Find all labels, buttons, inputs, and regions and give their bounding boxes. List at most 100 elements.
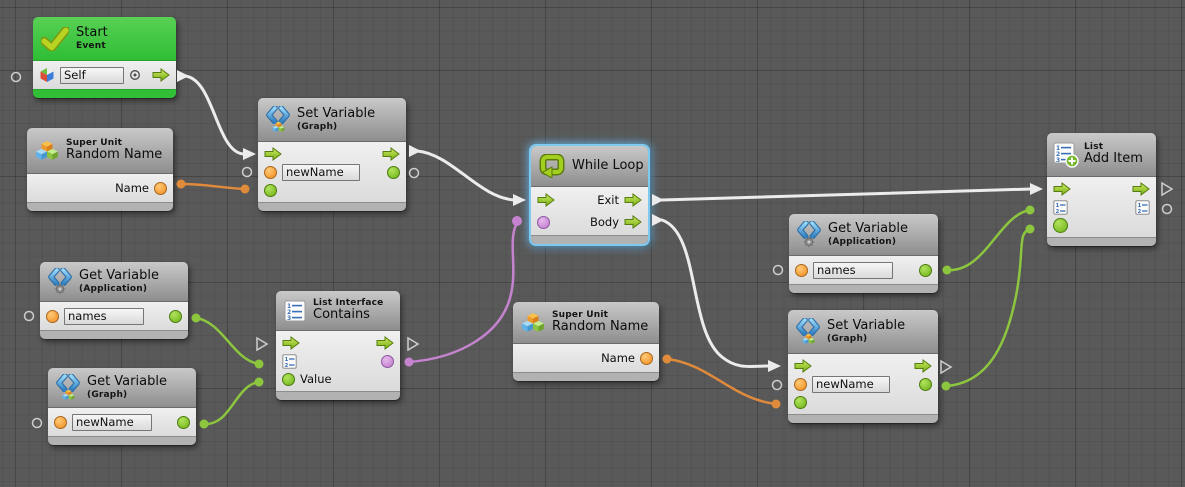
check-icon (41, 27, 69, 51)
wire-contains-to-whileloop-condition[interactable] (409, 225, 516, 362)
node-list-add-item[interactable]: List Add Item (1047, 133, 1156, 246)
node-get-variable-graph[interactable]: Get Variable (Graph) (48, 368, 196, 445)
wire-exit-to-additem[interactable] (662, 189, 1031, 200)
set-variable-graph-icon (796, 318, 820, 346)
node-get-variable-application-2[interactable]: Get Variable (Application) (789, 214, 938, 293)
flow-out-port[interactable] (914, 359, 932, 373)
self-target-input[interactable] (60, 67, 124, 84)
variable-name-input[interactable] (813, 262, 893, 279)
node-scope: (Graph) (827, 334, 905, 344)
flow-out-port[interactable] (152, 68, 170, 82)
wire-randomname2-to-setvariable2[interactable] (667, 359, 776, 404)
node-set-variable-graph-1[interactable]: Set Variable (Graph) (258, 98, 406, 211)
item-in-port[interactable] (1053, 218, 1068, 233)
super-unit-blocks-icon (521, 312, 545, 334)
list-in-port[interactable] (282, 354, 297, 369)
variable-name-in-port[interactable] (264, 166, 277, 179)
get-variable-application-icon (797, 221, 821, 249)
wire-setvariable2-to-additem-item[interactable] (946, 229, 1030, 386)
node-random-name-1[interactable]: Super Unit Random Name Name (27, 128, 173, 211)
exit-label: Exit (597, 193, 619, 207)
body-flow-out-port[interactable] (624, 215, 642, 229)
flow-out-port[interactable] (1132, 182, 1150, 196)
wire-randomname1-to-setvariable1[interactable] (181, 184, 245, 189)
variable-name-input[interactable] (72, 414, 152, 431)
wire-endpoint (772, 400, 781, 409)
value-in-port[interactable] (794, 396, 807, 409)
node-start-event[interactable]: Start Event (33, 17, 176, 98)
wire-whileloop-dest-arrow (513, 194, 526, 206)
variable-name-in-port[interactable] (795, 264, 808, 277)
value-out-port[interactable] (387, 166, 400, 179)
node-set-variable-graph-2[interactable]: Set Variable (Graph) (788, 310, 938, 423)
unconnected-indicator (243, 168, 252, 177)
variable-name-input[interactable] (282, 164, 360, 181)
unconnected-indicator (410, 169, 419, 178)
flow-out-port[interactable] (382, 147, 400, 161)
variable-name-in-port[interactable] (46, 310, 59, 323)
wire-endpoint (1026, 225, 1035, 234)
wire-additem-dest-arrow (1030, 183, 1043, 195)
flow-in-port[interactable] (264, 147, 282, 161)
node-subtitle: Event (76, 41, 108, 51)
node-while-loop[interactable]: While Loop Exit Body (531, 146, 648, 244)
node-list-contains[interactable]: List Interface Contains Value (276, 291, 400, 400)
name-output-label: Name (115, 181, 149, 195)
unconnected-indicator (1163, 205, 1172, 214)
wire-getnewname-to-contains-value[interactable] (204, 382, 259, 424)
flow-out-port[interactable] (376, 336, 394, 350)
wire-start-source-arrow (177, 70, 189, 82)
variable-name-in-port[interactable] (794, 378, 807, 391)
wire-endpoint (177, 180, 186, 189)
flow-in-port[interactable] (1053, 182, 1071, 196)
node-title: Contains (313, 308, 383, 323)
value-out-port[interactable] (169, 310, 182, 323)
node-title: Get Variable (87, 375, 167, 390)
unconnected-indicator (774, 266, 783, 275)
value-out-port[interactable] (919, 264, 932, 277)
node-scope: (Graph) (87, 390, 167, 400)
get-variable-graph-icon (56, 374, 80, 402)
node-scope: (Application) (828, 237, 908, 247)
body-label: Body (590, 215, 619, 229)
graph-canvas[interactable]: 123 12 Start E (0, 0, 1185, 487)
flow-in-port[interactable] (282, 336, 300, 350)
flow-in-port[interactable] (794, 359, 812, 373)
value-out-port[interactable] (919, 378, 932, 391)
object-picker-icon[interactable] (129, 69, 141, 81)
list-in-port[interactable] (1053, 200, 1068, 215)
variable-name-in-port[interactable] (54, 416, 67, 429)
list-icon (284, 300, 306, 322)
unconnected-flow-indicator (257, 338, 267, 350)
wire-getnames1-to-contains-list[interactable] (196, 318, 259, 364)
wire-endpoint (942, 382, 951, 391)
name-string-out-port[interactable] (640, 352, 653, 365)
condition-in-port[interactable] (537, 216, 550, 229)
variable-name-input[interactable] (812, 376, 890, 393)
wire-body-to-setvariable2[interactable] (662, 220, 768, 367)
value-out-port[interactable] (177, 416, 190, 429)
result-bool-out-port[interactable] (381, 355, 394, 368)
node-get-variable-application-1[interactable]: Get Variable (Application) (40, 262, 188, 339)
wire-endpoint (200, 420, 209, 429)
wire-start-to-setvariable1[interactable] (185, 76, 243, 154)
wire-setvariable1-to-whileloop[interactable] (417, 151, 514, 200)
node-title: Random Name (66, 148, 162, 163)
wire-getnames2-to-additem-list[interactable] (947, 210, 1030, 270)
unconnected-indicator (33, 419, 42, 428)
value-label: Value (300, 372, 332, 386)
set-variable-graph-icon (266, 106, 290, 134)
value-in-port[interactable] (282, 373, 295, 386)
wire-setvariable2-dest-arrow (768, 360, 781, 372)
wire-endpoint (943, 266, 952, 275)
wire-start-dest-arrow (243, 148, 256, 160)
flow-in-port[interactable] (537, 193, 555, 207)
variable-name-input[interactable] (64, 308, 144, 325)
unconnected-indicator (773, 381, 782, 390)
name-string-out-port[interactable] (154, 182, 167, 195)
node-random-name-2[interactable]: Super Unit Random Name Name (513, 302, 659, 381)
exit-flow-out-port[interactable] (624, 193, 642, 207)
wire-endpoint (255, 378, 264, 387)
value-in-port[interactable] (264, 184, 277, 197)
list-out-port[interactable] (1135, 200, 1150, 215)
